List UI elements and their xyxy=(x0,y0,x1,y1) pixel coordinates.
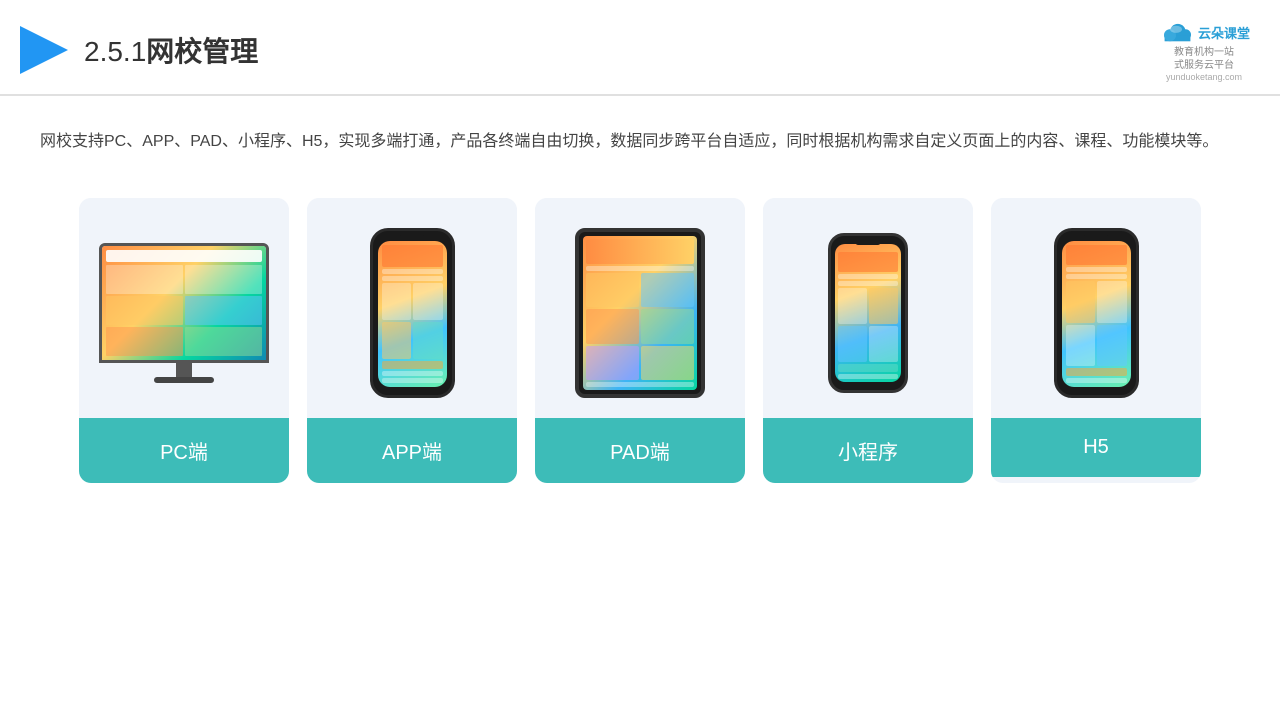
description: 网校支持PC、APP、PAD、小程序、H5，实现多端打通，产品各终端自由切换，数… xyxy=(0,96,1280,168)
cards-container: PC端 xyxy=(0,178,1280,513)
card-pc: PC端 xyxy=(79,198,289,483)
logo-tagline2: 式服务云平台 xyxy=(1174,59,1234,72)
card-app-label: APP端 xyxy=(307,418,517,483)
cloud-icon xyxy=(1158,18,1194,46)
card-miniprogram-label: 小程序 xyxy=(763,418,973,483)
miniprogram-mockup xyxy=(828,233,908,393)
app-phone-mockup xyxy=(370,228,455,398)
card-h5-image xyxy=(991,198,1201,418)
card-pad-label: PAD端 xyxy=(535,418,745,483)
card-h5: H5 xyxy=(991,198,1201,483)
logo-tagline: 教育机构一站 xyxy=(1174,46,1234,59)
card-app-image xyxy=(307,198,517,418)
header: 2.5.1网校管理 云朵课堂 教育机构一站 式服务云平台 yunduoketan… xyxy=(0,0,1280,96)
logo-area: 云朵课堂 教育机构一站 式服务云平台 yunduoketang.com xyxy=(1158,18,1250,82)
card-miniprogram-image xyxy=(763,198,973,418)
description-text: 网校支持PC、APP、PAD、小程序、H5，实现多端打通，产品各终端自由切换，数… xyxy=(40,126,1240,158)
card-h5-label: H5 xyxy=(991,418,1201,477)
card-miniprogram: 小程序 xyxy=(763,198,973,483)
card-pc-image xyxy=(79,198,289,418)
logo-url: yunduoketang.com xyxy=(1166,72,1242,82)
h5-mockup xyxy=(1054,228,1139,398)
card-pc-label: PC端 xyxy=(79,418,289,483)
pad-mockup xyxy=(575,228,705,398)
card-pad: PAD端 xyxy=(535,198,745,483)
card-pad-image xyxy=(535,198,745,418)
logo-cloud: 云朵课堂 xyxy=(1158,18,1250,46)
logo-name: 云朵课堂 xyxy=(1198,23,1250,42)
pc-mockup xyxy=(99,243,269,383)
card-app: APP端 xyxy=(307,198,517,483)
play-icon xyxy=(20,26,68,74)
header-left: 2.5.1网校管理 xyxy=(20,26,258,74)
page-title: 2.5.1网校管理 xyxy=(84,30,258,70)
